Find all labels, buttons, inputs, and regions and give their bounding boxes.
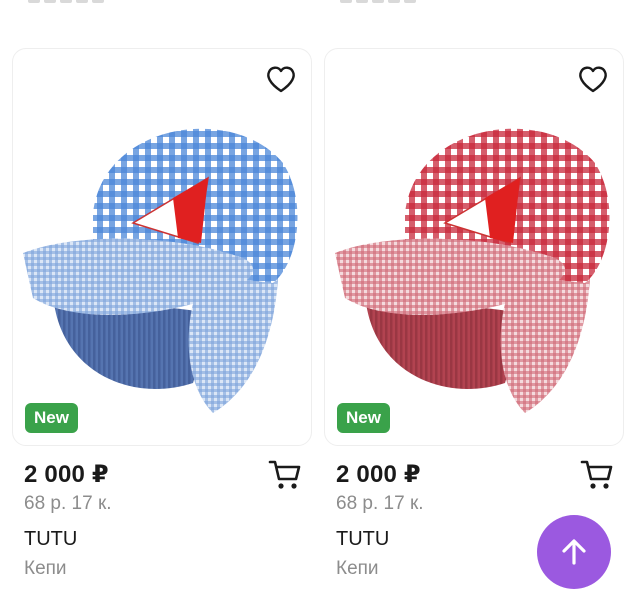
product-photo [335, 128, 610, 413]
cart-icon [580, 460, 613, 489]
add-to-cart-button[interactable] [580, 458, 614, 492]
heart-outline-icon [267, 66, 295, 93]
heart-outline-icon [579, 66, 607, 93]
product-image[interactable]: New [324, 48, 624, 446]
scroll-to-top-button[interactable] [537, 515, 611, 589]
product-image[interactable]: New [12, 48, 312, 446]
product-price: 2 000 ₽ [24, 461, 109, 488]
product-size: 68 р. 17 к. [24, 493, 112, 514]
product-card[interactable]: New 2 000 ₽ 68 р. 17 к. TUTU Кепи [12, 48, 312, 596]
product-card[interactable]: New 2 000 ₽ 68 р. 17 к. TUTU Кепи [324, 48, 624, 596]
favorite-button[interactable] [263, 61, 299, 97]
previous-row-rating [340, 0, 416, 4]
product-price: 2 000 ₽ [336, 461, 421, 488]
product-category: Кепи [24, 558, 67, 579]
new-badge: New [337, 403, 390, 433]
arrow-up-icon [562, 539, 586, 565]
add-to-cart-button[interactable] [268, 458, 302, 492]
favorite-button[interactable] [575, 61, 611, 97]
product-brand[interactable]: TUTU [24, 527, 300, 551]
product-size: 68 р. 17 к. [336, 493, 424, 514]
cart-icon [268, 460, 301, 489]
new-badge: New [25, 403, 78, 433]
product-photo [23, 128, 298, 413]
previous-row-rating [28, 0, 104, 4]
